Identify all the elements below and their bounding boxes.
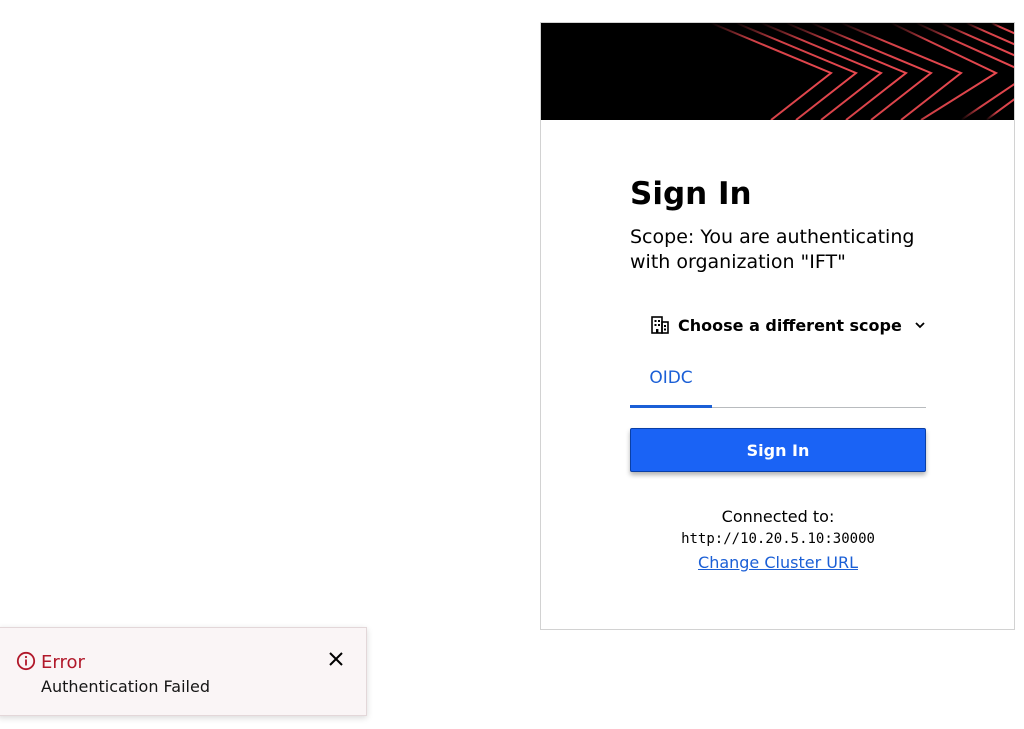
info-circle-icon: [16, 651, 36, 671]
toast-title: Error: [41, 652, 85, 673]
choose-scope-label: Choose a different scope: [678, 315, 902, 335]
auth-method-tabs: OIDC: [630, 360, 926, 408]
cluster-url: http://10.20.5.10:30000: [681, 531, 875, 547]
close-icon[interactable]: [326, 649, 346, 669]
connected-label: Connected to:: [721, 507, 835, 526]
toast-message: Authentication Failed: [41, 677, 210, 696]
building-icon: [651, 316, 669, 334]
sign-in-button[interactable]: Sign In: [630, 428, 926, 472]
chevron-down-icon: [915, 322, 925, 329]
connection-info: Connected to: http://10.20.5.10:30000 Ch…: [630, 505, 926, 574]
change-cluster-url-link[interactable]: Change Cluster URL: [630, 551, 926, 574]
error-toast: Error Authentication Failed: [0, 627, 367, 716]
scope-description: Scope: You are authenticating with organ…: [630, 226, 915, 273]
login-banner: [541, 23, 1014, 120]
page-title: Sign In: [630, 176, 752, 212]
banner-stripes-graphic: [710, 23, 1014, 120]
choose-scope-dropdown[interactable]: Choose a different scope: [650, 312, 926, 338]
tab-oidc[interactable]: OIDC: [630, 360, 712, 408]
